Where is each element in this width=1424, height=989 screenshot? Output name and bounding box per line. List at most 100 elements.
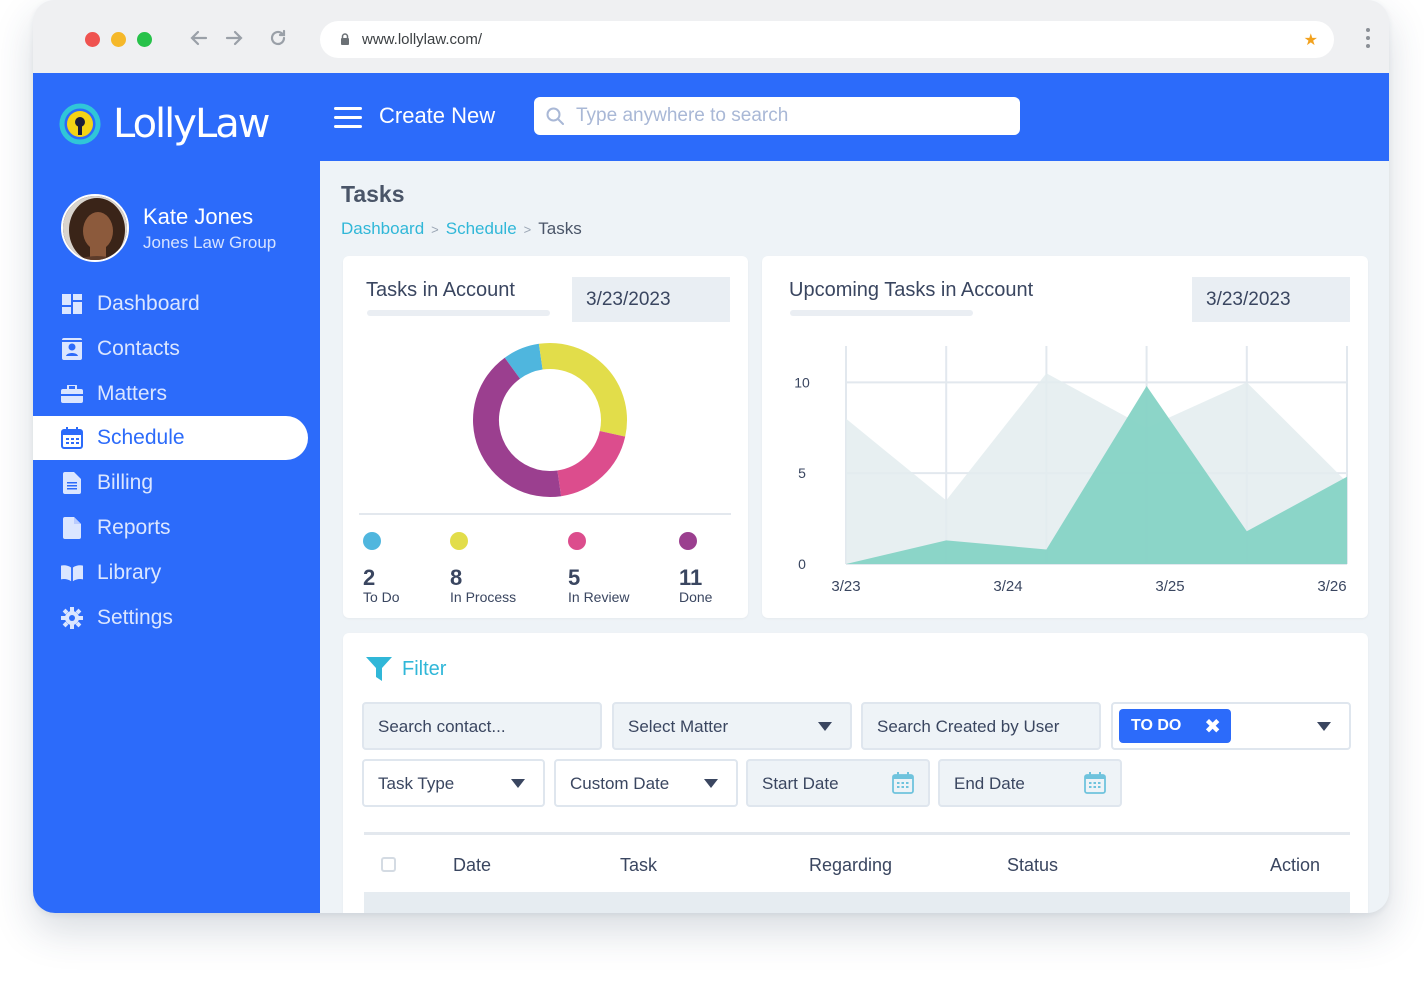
filter-icon (366, 657, 392, 681)
browser-menu-icon[interactable] (1366, 28, 1372, 52)
in-process-dot (450, 532, 468, 550)
dashboard-icon (61, 293, 83, 315)
donut-slice-in-review[interactable] (556, 430, 626, 497)
page-title: Tasks (341, 181, 405, 207)
end-date-field[interactable]: End Date (938, 759, 1122, 807)
column-header-action[interactable]: Action (1270, 855, 1320, 876)
tasks-date-picker[interactable]: 3/23/2023 (572, 277, 730, 322)
task-type-label: Task Type (378, 774, 455, 793)
maximize-window-button[interactable] (137, 32, 152, 47)
created-by-user-field[interactable]: Search Created by User (861, 702, 1101, 750)
done-dot (679, 532, 697, 550)
sidebar-item-label: Billing (97, 470, 154, 494)
tasks-in-account-card: Tasks in Account 3/23/2023 2 To Do 8 In … (343, 256, 748, 618)
status-chip-label: TO DO (1131, 717, 1182, 734)
select-matter-dropdown[interactable]: Select Matter (612, 702, 852, 750)
sidebar-item-dashboard[interactable]: Dashboard (33, 281, 320, 326)
stat-value: 5 (568, 565, 581, 590)
sidebar-item-label: Schedule (97, 426, 185, 449)
user-profile[interactable]: Kate Jones Jones Law Group (61, 194, 276, 262)
sidebar-item-settings[interactable]: Settings (33, 595, 320, 640)
breadcrumb-current: Tasks (538, 219, 582, 238)
hamburger-menu-icon[interactable] (334, 107, 362, 129)
created-by-placeholder: Search Created by User (877, 717, 1060, 736)
sidebar-item-library[interactable]: Library (33, 550, 320, 595)
task-type-dropdown[interactable]: Task Type (362, 759, 545, 807)
select-all-checkbox[interactable] (381, 857, 396, 872)
address-bar[interactable]: www.lollylaw.com/ ★ (320, 21, 1334, 58)
sidebar-item-label: Settings (97, 605, 173, 629)
sidebar-item-schedule[interactable]: Schedule (33, 416, 308, 460)
forward-arrow-icon[interactable] (222, 26, 246, 50)
status-chip-todo[interactable]: TO DO ✖ (1119, 709, 1231, 743)
reload-icon[interactable] (266, 26, 290, 50)
close-window-button[interactable] (85, 32, 100, 47)
stat-label: To Do (363, 589, 400, 605)
sidebar-item-matters[interactable]: Matters (33, 371, 320, 416)
calendar-icon[interactable] (892, 772, 914, 794)
legend-divider (359, 513, 731, 515)
avatar[interactable] (61, 194, 129, 262)
user-name: Kate Jones (143, 203, 254, 229)
sidebar-item-billing[interactable]: Billing (33, 460, 320, 505)
search-input[interactable] (576, 103, 996, 129)
document-icon (61, 471, 83, 494)
global-search[interactable] (534, 97, 1020, 135)
filter-header[interactable]: Filter (366, 657, 446, 681)
filter-card: Filter Search contact... Select Matter S… (343, 633, 1368, 913)
chevron-down-icon[interactable] (1317, 722, 1331, 731)
stat-label: Done (679, 589, 713, 605)
status-multiselect[interactable]: TO DO ✖ (1111, 702, 1351, 750)
sidebar-item-label: Library (97, 560, 162, 584)
browser-chrome: www.lollylaw.com/ ★ (33, 0, 1389, 73)
browser-window: www.lollylaw.com/ ★ LollyLaw Kate Jones … (33, 0, 1389, 913)
column-header-regarding[interactable]: Regarding (809, 855, 892, 876)
title-underline (790, 310, 973, 316)
upcoming-area-chart: 0 5 10 3/23 3/24 3/25 3/26 (794, 346, 1348, 595)
x-tick-label: 3/23 (831, 578, 860, 595)
sidebar-menu: Dashboard Contacts Matters Schedule Bill… (33, 281, 320, 640)
breadcrumb-dashboard[interactable]: Dashboard (341, 219, 424, 239)
search-contact-field[interactable]: Search contact... (362, 702, 602, 750)
book-icon (61, 562, 83, 584)
bookmark-star-icon[interactable]: ★ (1304, 30, 1318, 50)
donut-slice-in-process[interactable] (538, 343, 627, 437)
breadcrumb-schedule[interactable]: Schedule (446, 219, 517, 239)
start-date-placeholder: Start Date (762, 774, 839, 793)
stat-in-review: 5 In Review (568, 532, 629, 605)
sidebar: LollyLaw Kate Jones Jones Law Group Dash… (33, 73, 320, 913)
sidebar-item-reports[interactable]: Reports (33, 505, 320, 550)
remove-chip-icon[interactable]: ✖ (1204, 714, 1221, 739)
back-arrow-icon[interactable] (187, 26, 211, 50)
donut-slice-done[interactable] (473, 357, 562, 497)
search-icon (546, 107, 564, 125)
stat-label: In Process (450, 589, 517, 605)
column-header-date[interactable]: Date (453, 855, 491, 876)
upcoming-date-picker[interactable]: 3/23/2023 (1192, 277, 1350, 322)
create-new-button[interactable]: Create New (379, 103, 495, 129)
sidebar-item-label: Reports (97, 515, 171, 539)
minimize-window-button[interactable] (111, 32, 126, 47)
briefcase-icon (61, 383, 83, 405)
gear-icon (61, 606, 83, 629)
donut-slice-to-do[interactable] (504, 343, 544, 380)
y-tick-label: 0 (798, 556, 806, 572)
calendar-icon[interactable] (1084, 772, 1106, 794)
breadcrumb-separator-icon: > (431, 221, 439, 237)
sidebar-item-contacts[interactable]: Contacts (33, 326, 320, 371)
todo-dot (363, 532, 381, 550)
file-icon (61, 516, 83, 539)
sidebar-item-label: Contacts (97, 336, 180, 360)
custom-date-dropdown[interactable]: Custom Date (554, 759, 738, 807)
logo[interactable]: LollyLaw (59, 99, 270, 149)
column-header-status[interactable]: Status (1007, 855, 1058, 876)
start-date-field[interactable]: Start Date (746, 759, 930, 807)
column-header-task[interactable]: Task (620, 855, 657, 876)
custom-date-label: Custom Date (570, 774, 670, 793)
x-tick-label: 3/26 (1317, 578, 1346, 595)
stat-done: 11 Done (679, 532, 712, 605)
table-row[interactable] (364, 892, 1350, 913)
stat-label: In Review (568, 589, 630, 605)
upcoming-tasks-card: Upcoming Tasks in Account 3/23/2023 0 5 10… (762, 256, 1368, 618)
title-underline (367, 310, 550, 316)
